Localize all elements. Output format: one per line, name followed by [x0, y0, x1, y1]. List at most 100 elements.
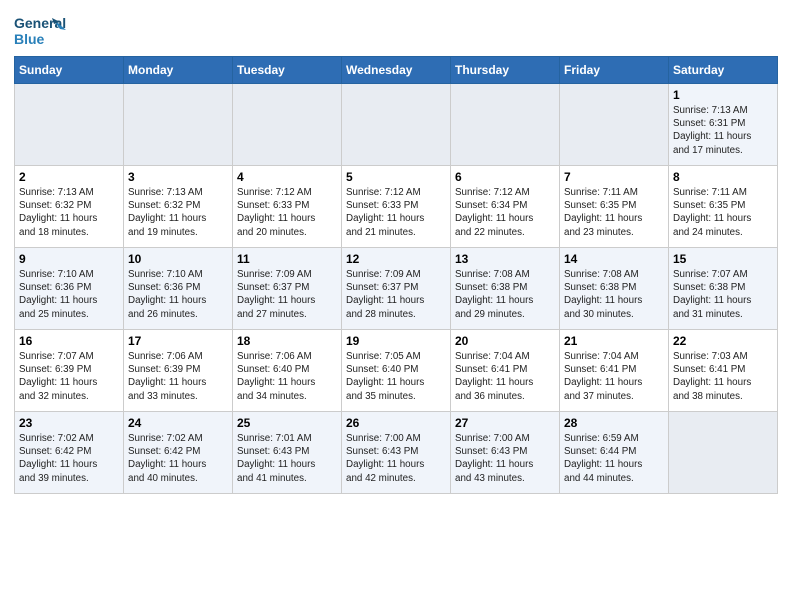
- calendar-cell: 13Sunrise: 7:08 AM Sunset: 6:38 PM Dayli…: [451, 248, 560, 330]
- day-info: Sunrise: 7:13 AM Sunset: 6:32 PM Dayligh…: [128, 186, 228, 239]
- day-number: 18: [237, 334, 337, 348]
- day-info: Sunrise: 7:08 AM Sunset: 6:38 PM Dayligh…: [455, 268, 555, 321]
- weekday-header-friday: Friday: [560, 57, 669, 84]
- calendar-cell: 10Sunrise: 7:10 AM Sunset: 6:36 PM Dayli…: [124, 248, 233, 330]
- day-info: Sunrise: 7:12 AM Sunset: 6:33 PM Dayligh…: [346, 186, 446, 239]
- weekday-header-wednesday: Wednesday: [342, 57, 451, 84]
- day-info: Sunrise: 7:10 AM Sunset: 6:36 PM Dayligh…: [19, 268, 119, 321]
- day-info: Sunrise: 7:10 AM Sunset: 6:36 PM Dayligh…: [128, 268, 228, 321]
- day-info: Sunrise: 7:04 AM Sunset: 6:41 PM Dayligh…: [564, 350, 664, 403]
- calendar-cell: 24 Sunrise: 7:02 AM Sunset: 6:42 PM Dayli…: [124, 412, 233, 494]
- day-number: 20: [455, 334, 555, 348]
- day-number: 16: [19, 334, 119, 348]
- calendar-cell: 8Sunrise: 7:11 AM Sunset: 6:35 PM Daylig…: [669, 166, 778, 248]
- weekday-header-tuesday: Tuesday: [233, 57, 342, 84]
- day-number: 17: [128, 334, 228, 348]
- header: GeneralBlue: [14, 10, 778, 52]
- day-info: Sunrise: 7:09 AM Sunset: 6:37 PM Dayligh…: [346, 268, 446, 321]
- calendar-cell: [124, 84, 233, 166]
- day-info: Sunrise: 7:04 AM Sunset: 6:41 PM Dayligh…: [455, 350, 555, 403]
- calendar-cell: 2 Sunrise: 7:13 AM Sunset: 6:32 PM Daylig…: [15, 166, 124, 248]
- calendar-cell: 4Sunrise: 7:12 AM Sunset: 6:33 PM Daylig…: [233, 166, 342, 248]
- day-info: Sunrise: 7:13 AM Sunset: 6:31 PM Dayligh…: [673, 104, 773, 157]
- day-number: 26: [346, 416, 446, 430]
- calendar-cell: [669, 412, 778, 494]
- calendar-cell: 19Sunrise: 7:05 AM Sunset: 6:40 PM Dayli…: [342, 330, 451, 412]
- day-number: 9: [19, 252, 119, 266]
- weekday-header-saturday: Saturday: [669, 57, 778, 84]
- calendar-cell: 1 Sunrise: 7:13 AM Sunset: 6:31 PM Daylig…: [669, 84, 778, 166]
- day-number: 3: [128, 170, 228, 184]
- calendar-week-row: 23 Sunrise: 7:02 AM Sunset: 6:42 PM Dayli…: [15, 412, 778, 494]
- day-info: Sunrise: 7:03 AM Sunset: 6:41 PM Dayligh…: [673, 350, 773, 403]
- calendar-cell: [451, 84, 560, 166]
- day-number: 15: [673, 252, 773, 266]
- day-info: Sunrise: 7:09 AM Sunset: 6:37 PM Dayligh…: [237, 268, 337, 321]
- day-info: Sunrise: 7:07 AM Sunset: 6:39 PM Dayligh…: [19, 350, 119, 403]
- day-info: Sunrise: 7:01 AM Sunset: 6:43 PM Dayligh…: [237, 432, 337, 485]
- day-info: Sunrise: 7:12 AM Sunset: 6:34 PM Dayligh…: [455, 186, 555, 239]
- calendar-cell: 27 Sunrise: 7:00 AM Sunset: 6:43 PM Dayli…: [451, 412, 560, 494]
- day-number: 22: [673, 334, 773, 348]
- calendar-cell: 23Sunrise: 7:02 AM Sunset: 6:42 PM Dayli…: [15, 412, 124, 494]
- day-number: 19: [346, 334, 446, 348]
- calendar-cell: 17 Sunrise: 7:06 AM Sunset: 6:39 PM Dayli…: [124, 330, 233, 412]
- calendar-week-row: 9 Sunrise: 7:10 AM Sunset: 6:36 PM Daylig…: [15, 248, 778, 330]
- calendar-cell: [342, 84, 451, 166]
- day-number: 5: [346, 170, 446, 184]
- day-info: Sunrise: 7:06 AM Sunset: 6:40 PM Dayligh…: [237, 350, 337, 403]
- day-info: Sunrise: 7:06 AM Sunset: 6:39 PM Dayligh…: [128, 350, 228, 403]
- day-number: 25: [237, 416, 337, 430]
- day-number: 27: [455, 416, 555, 430]
- calendar-cell: 21 Sunrise: 7:04 AM Sunset: 6:41 PM Dayli…: [560, 330, 669, 412]
- calendar-cell: 18 Sunrise: 7:06 AM Sunset: 6:40 PM Dayli…: [233, 330, 342, 412]
- day-number: 12: [346, 252, 446, 266]
- calendar-cell: [560, 84, 669, 166]
- calendar-cell: 12 Sunrise: 7:09 AM Sunset: 6:37 PM Dayli…: [342, 248, 451, 330]
- day-number: 2: [19, 170, 119, 184]
- day-number: 4: [237, 170, 337, 184]
- calendar-cell: 7 Sunrise: 7:11 AM Sunset: 6:35 PM Daylig…: [560, 166, 669, 248]
- calendar-week-row: 1 Sunrise: 7:13 AM Sunset: 6:31 PM Daylig…: [15, 84, 778, 166]
- svg-text:Blue: Blue: [14, 31, 45, 47]
- calendar-table: SundayMondayTuesdayWednesdayThursdayFrid…: [14, 56, 778, 494]
- day-number: 24: [128, 416, 228, 430]
- day-number: 21: [564, 334, 664, 348]
- day-info: Sunrise: 7:00 AM Sunset: 6:43 PM Dayligh…: [346, 432, 446, 485]
- calendar-cell: [233, 84, 342, 166]
- day-info: Sunrise: 7:00 AM Sunset: 6:43 PM Dayligh…: [455, 432, 555, 485]
- day-info: Sunrise: 6:59 AM Sunset: 6:44 PM Dayligh…: [564, 432, 664, 485]
- day-info: Sunrise: 7:11 AM Sunset: 6:35 PM Dayligh…: [564, 186, 664, 239]
- weekday-header-thursday: Thursday: [451, 57, 560, 84]
- day-number: 8: [673, 170, 773, 184]
- day-number: 6: [455, 170, 555, 184]
- calendar-week-row: 16 Sunrise: 7:07 AM Sunset: 6:39 PM Dayli…: [15, 330, 778, 412]
- calendar-cell: 9 Sunrise: 7:10 AM Sunset: 6:36 PM Daylig…: [15, 248, 124, 330]
- logo-svg: GeneralBlue: [14, 10, 66, 52]
- day-info: Sunrise: 7:07 AM Sunset: 6:38 PM Dayligh…: [673, 268, 773, 321]
- day-info: Sunrise: 7:08 AM Sunset: 6:38 PM Dayligh…: [564, 268, 664, 321]
- calendar-cell: [15, 84, 124, 166]
- day-number: 23: [19, 416, 119, 430]
- day-info: Sunrise: 7:02 AM Sunset: 6:42 PM Dayligh…: [128, 432, 228, 485]
- weekday-header-row: SundayMondayTuesdayWednesdayThursdayFrid…: [15, 57, 778, 84]
- calendar-cell: 14 Sunrise: 7:08 AM Sunset: 6:38 PM Dayli…: [560, 248, 669, 330]
- day-number: 7: [564, 170, 664, 184]
- calendar-week-row: 2 Sunrise: 7:13 AM Sunset: 6:32 PM Daylig…: [15, 166, 778, 248]
- weekday-header-monday: Monday: [124, 57, 233, 84]
- day-info: Sunrise: 7:13 AM Sunset: 6:32 PM Dayligh…: [19, 186, 119, 239]
- day-number: 14: [564, 252, 664, 266]
- calendar-cell: 11 Sunrise: 7:09 AM Sunset: 6:37 PM Dayli…: [233, 248, 342, 330]
- logo: GeneralBlue: [14, 10, 66, 52]
- calendar-cell: 16 Sunrise: 7:07 AM Sunset: 6:39 PM Dayli…: [15, 330, 124, 412]
- page-container: GeneralBlue SundayMondayTuesdayWednesday…: [0, 0, 792, 504]
- day-number: 1: [673, 88, 773, 102]
- calendar-cell: 3 Sunrise: 7:13 AM Sunset: 6:32 PM Daylig…: [124, 166, 233, 248]
- day-number: 11: [237, 252, 337, 266]
- calendar-cell: 20 Sunrise: 7:04 AM Sunset: 6:41 PM Dayli…: [451, 330, 560, 412]
- calendar-cell: 26 Sunrise: 7:00 AM Sunset: 6:43 PM Dayli…: [342, 412, 451, 494]
- calendar-cell: 28Sunrise: 6:59 AM Sunset: 6:44 PM Dayli…: [560, 412, 669, 494]
- svg-text:General: General: [14, 15, 66, 31]
- weekday-header-sunday: Sunday: [15, 57, 124, 84]
- calendar-cell: 15 Sunrise: 7:07 AM Sunset: 6:38 PM Dayli…: [669, 248, 778, 330]
